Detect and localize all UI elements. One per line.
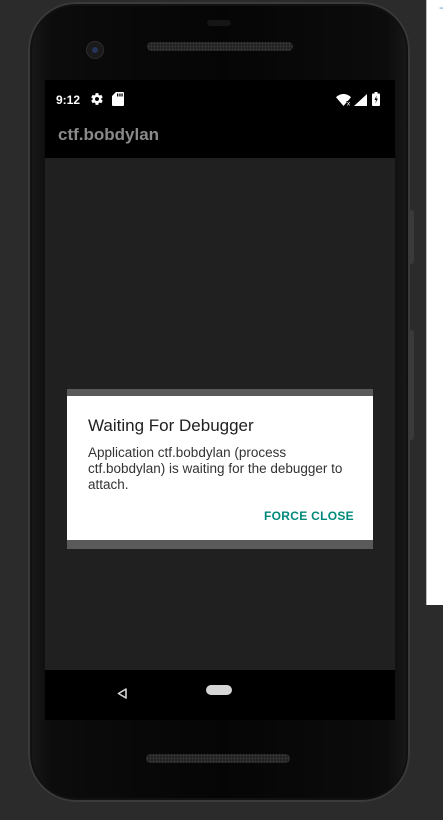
app-title: ctf.bobdylan — [58, 125, 160, 144]
signal-icon — [354, 93, 367, 111]
force-close-button[interactable]: FORCE CLOSE — [264, 509, 354, 523]
app-bar: ctf.bobdylan — [45, 120, 395, 158]
phone-screen: 9:12 x ctf.bobdylan Waiting For Debugger… — [45, 80, 395, 720]
battery-icon — [372, 92, 380, 111]
front-camera-icon — [86, 41, 104, 59]
bottom-speaker — [146, 754, 290, 763]
wifi-icon: x — [336, 93, 351, 111]
debugger-dialog: Waiting For Debugger Application ctf.bob… — [67, 396, 373, 540]
volume-button[interactable] — [409, 330, 414, 440]
side-panel: − — [426, 0, 443, 605]
status-bar: 9:12 x — [45, 80, 395, 120]
dialog-message: Application ctf.bobdylan (process ctf.bo… — [88, 445, 343, 492]
status-time: 9:12 — [56, 93, 81, 107]
sd-card-icon — [112, 92, 124, 111]
navigation-bar — [45, 670, 395, 720]
svg-text:x: x — [347, 101, 351, 107]
earpiece-speaker — [147, 42, 293, 51]
home-pill-icon[interactable] — [206, 685, 232, 695]
back-icon[interactable] — [117, 686, 127, 704]
app-content: Waiting For Debugger Application ctf.bob… — [45, 158, 395, 670]
dialog-title: Waiting For Debugger — [88, 416, 254, 435]
collapse-icon[interactable]: − — [439, 2, 443, 14]
proximity-sensor — [207, 20, 231, 26]
gear-icon — [90, 92, 104, 111]
emulator-window: − 9:12 x ctf.bobdylan Waiting For Debugg… — [0, 0, 443, 820]
power-button[interactable] — [409, 210, 414, 264]
